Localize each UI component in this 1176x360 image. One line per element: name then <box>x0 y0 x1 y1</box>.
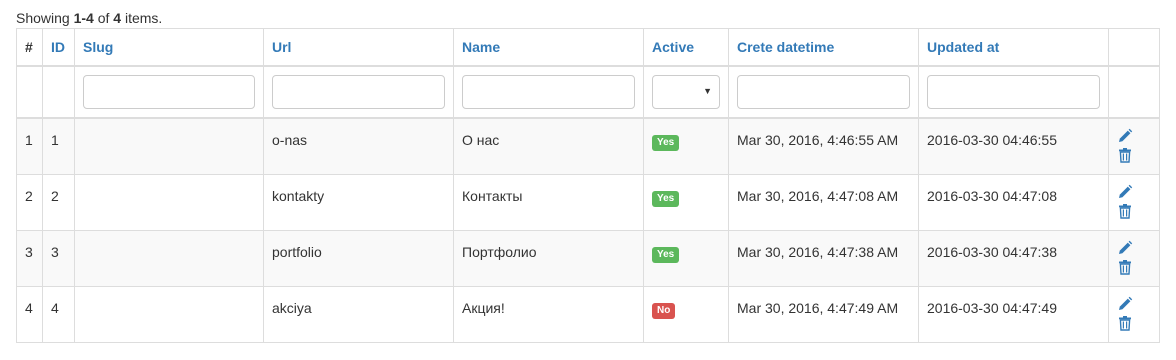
row-active: Yes <box>643 173 729 231</box>
column-header-active[interactable]: Active <box>643 28 729 67</box>
filter-cell-created <box>728 65 919 119</box>
filter-cell-id <box>42 65 75 119</box>
row-created: Mar 30, 2016, 4:47:08 AM <box>728 173 919 231</box>
filter-cell-serial <box>16 65 43 119</box>
filter-cell-active: ▼ <box>643 65 729 119</box>
summary-range: 1-4 <box>73 10 94 26</box>
summary-total: 4 <box>113 10 122 26</box>
status-badge: No <box>652 302 676 319</box>
created-filter-input[interactable] <box>737 75 910 109</box>
table-row: 3 3 portfolio Портфолио Yes Mar 30, 2016… <box>16 229 1160 287</box>
row-url: o-nas <box>263 117 454 175</box>
row-updated: 2016-03-30 04:47:08 <box>918 173 1109 231</box>
row-actions <box>1108 229 1160 287</box>
data-table: # ID Slug Url Name Active Crete datetime… <box>16 28 1160 343</box>
status-badge: Yes <box>652 246 680 263</box>
summary-middle: of <box>93 10 114 26</box>
row-serial: 4 <box>16 285 43 343</box>
row-url: kontakty <box>263 173 454 231</box>
column-header-name[interactable]: Name <box>453 28 644 67</box>
row-created: Mar 30, 2016, 4:46:55 AM <box>728 117 919 175</box>
row-name: Акция! <box>453 285 644 343</box>
row-slug <box>74 285 264 343</box>
trash-icon[interactable] <box>1117 203 1133 219</box>
grid-view: Showing 1-4 of 4 items. # ID Slug Url Na… <box>16 8 1160 343</box>
filter-cell-slug <box>74 65 264 119</box>
filter-row: ▼ <box>16 65 1160 119</box>
row-updated: 2016-03-30 04:46:55 <box>918 117 1109 175</box>
row-created: Mar 30, 2016, 4:47:38 AM <box>728 229 919 287</box>
filter-cell-actions <box>1108 65 1160 119</box>
row-serial: 1 <box>16 117 43 175</box>
status-badge: Yes <box>652 190 680 207</box>
filter-cell-url <box>263 65 454 119</box>
trash-icon[interactable] <box>1117 259 1133 275</box>
row-slug <box>74 117 264 175</box>
trash-icon[interactable] <box>1117 315 1133 331</box>
row-name: Контакты <box>453 173 644 231</box>
column-header-actions <box>1108 28 1160 67</box>
row-created: Mar 30, 2016, 4:47:49 AM <box>728 285 919 343</box>
name-filter-input[interactable] <box>462 75 635 109</box>
pencil-icon[interactable] <box>1117 128 1133 144</box>
caret-down-icon: ▼ <box>703 86 712 96</box>
column-header-slug[interactable]: Slug <box>74 28 264 67</box>
url-filter-input[interactable] <box>272 75 445 109</box>
column-header-url[interactable]: Url <box>263 28 454 67</box>
column-header-created[interactable]: Crete datetime <box>728 28 919 67</box>
column-header-updated[interactable]: Updated at <box>918 28 1109 67</box>
active-filter-select[interactable]: ▼ <box>652 75 720 109</box>
column-header-serial: # <box>16 28 43 67</box>
row-serial: 2 <box>16 173 43 231</box>
row-active: Yes <box>643 117 729 175</box>
grid-summary: Showing 1-4 of 4 items. <box>16 8 1160 28</box>
row-actions <box>1108 173 1160 231</box>
row-updated: 2016-03-30 04:47:49 <box>918 285 1109 343</box>
pencil-icon[interactable] <box>1117 296 1133 312</box>
filter-cell-updated <box>918 65 1109 119</box>
row-url: portfolio <box>263 229 454 287</box>
updated-filter-input[interactable] <box>927 75 1100 109</box>
slug-filter-input[interactable] <box>83 75 255 109</box>
status-badge: Yes <box>652 135 680 151</box>
row-id: 2 <box>42 173 75 231</box>
header-row: # ID Slug Url Name Active Crete datetime… <box>16 28 1160 67</box>
row-name: Портфолио <box>453 229 644 287</box>
table-row: 1 1 o-nas О нас Yes Mar 30, 2016, 4:46:5… <box>16 117 1160 175</box>
row-actions <box>1108 285 1160 343</box>
row-id: 1 <box>42 117 75 175</box>
trash-icon[interactable] <box>1117 147 1133 163</box>
row-url: akciya <box>263 285 454 343</box>
row-id: 4 <box>42 285 75 343</box>
row-active: Yes <box>643 229 729 287</box>
column-header-id[interactable]: ID <box>42 28 75 67</box>
row-serial: 3 <box>16 229 43 287</box>
table-row: 4 4 akciya Акция! No Mar 30, 2016, 4:47:… <box>16 285 1160 343</box>
pencil-icon[interactable] <box>1117 240 1133 256</box>
row-active: No <box>643 285 729 343</box>
row-slug <box>74 229 264 287</box>
row-updated: 2016-03-30 04:47:38 <box>918 229 1109 287</box>
summary-prefix: Showing <box>16 10 74 26</box>
row-actions <box>1108 117 1160 175</box>
row-id: 3 <box>42 229 75 287</box>
row-name: О нас <box>453 117 644 175</box>
table-row: 2 2 kontakty Контакты Yes Mar 30, 2016, … <box>16 173 1160 231</box>
filter-cell-name <box>453 65 644 119</box>
pencil-icon[interactable] <box>1117 184 1133 200</box>
summary-suffix: items. <box>121 10 163 26</box>
row-slug <box>74 173 264 231</box>
